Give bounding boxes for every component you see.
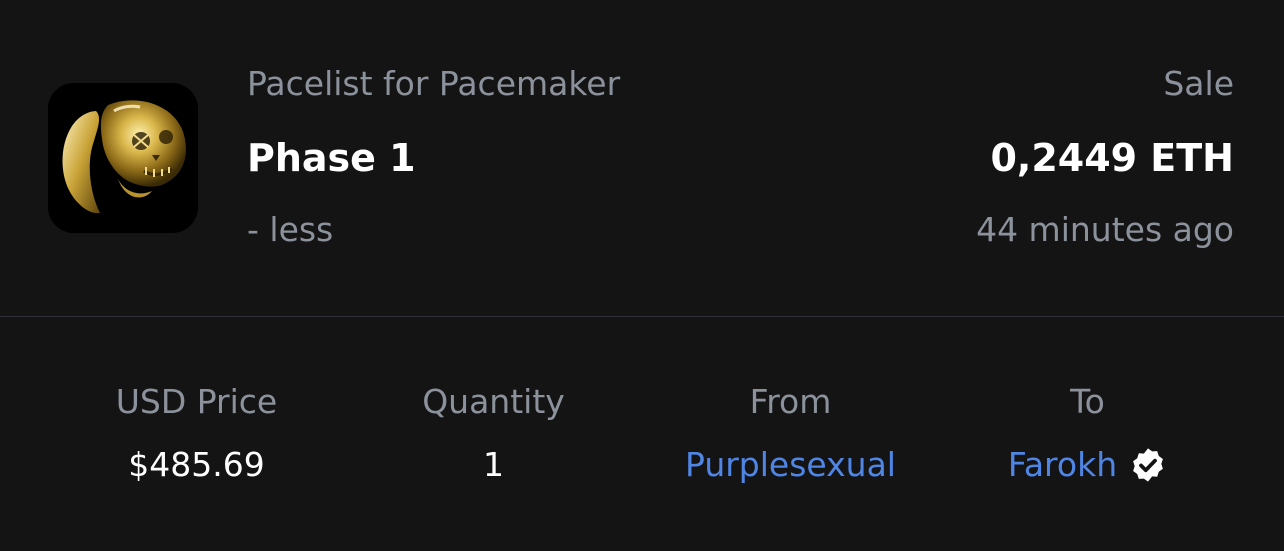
stat-usd-price: USD Price $485.69 <box>48 380 345 487</box>
transaction-card: Pacelist for Pacemaker Phase 1 - less Sa… <box>0 0 1284 551</box>
sale-price: 0,2449 ETH <box>990 136 1234 180</box>
verified-badge-icon <box>1129 446 1167 484</box>
show-less-toggle[interactable]: - less <box>247 210 333 250</box>
from-user-link[interactable]: Purplesexual <box>685 443 896 487</box>
to-label: To <box>1070 382 1105 421</box>
stat-quantity: Quantity 1 <box>345 380 642 487</box>
from-value-row: Purplesexual <box>685 443 896 487</box>
divider <box>0 316 1284 317</box>
nft-thumbnail[interactable] <box>48 83 198 233</box>
to-user-link[interactable]: Farokh <box>1008 443 1117 487</box>
quantity-value: 1 <box>483 445 504 484</box>
item-name[interactable]: Phase 1 <box>247 136 416 180</box>
stat-from: From Purplesexual <box>642 380 939 487</box>
stat-to: To Farokh <box>939 380 1236 487</box>
sale-type-label: Sale <box>1163 64 1234 103</box>
collection-name[interactable]: Pacelist for Pacemaker <box>247 64 620 104</box>
gold-skull-rabbit-image <box>48 83 198 233</box>
stats-row: USD Price $485.69 Quantity 1 From Purple… <box>48 380 1236 487</box>
sale-timestamp: 44 minutes ago <box>976 210 1234 249</box>
to-value-row: Farokh <box>1008 443 1167 487</box>
usd-price-value: $485.69 <box>128 445 265 484</box>
quantity-label: Quantity <box>422 382 565 421</box>
usd-price-label: USD Price <box>115 382 278 421</box>
from-label: From <box>749 382 832 421</box>
